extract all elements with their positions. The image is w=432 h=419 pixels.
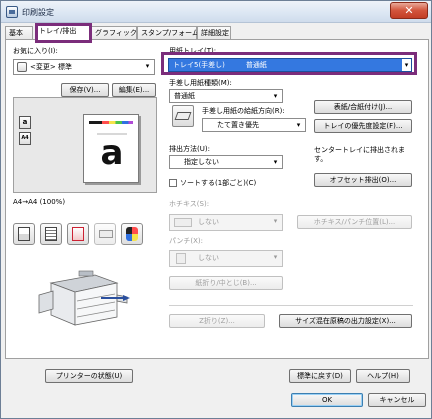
- manual-orientation-select[interactable]: たて置き優先 ▾: [202, 118, 306, 132]
- tray-priority-button[interactable]: トレイの優先度設定(F)...: [314, 119, 412, 133]
- favorites-value: <変更> 標準: [30, 63, 72, 71]
- punch-value: しない: [198, 254, 219, 262]
- chevron-down-icon: ▾: [273, 92, 278, 100]
- manual-paper-type-label: 手差し用紙種類(M):: [169, 79, 232, 87]
- tray-view-icon[interactable]: [67, 223, 89, 245]
- manual-paper-type-value: 普通紙: [174, 92, 195, 100]
- window-title: 印刷設定: [22, 8, 54, 17]
- cancel-button[interactable]: キャンセル: [368, 393, 426, 407]
- close-button[interactable]: ✕: [390, 2, 428, 19]
- punch-label: パンチ(X):: [169, 237, 203, 245]
- staple-label: ホチキス(S):: [169, 200, 210, 208]
- chevron-down-icon: ▾: [273, 253, 278, 261]
- punch-icon: [176, 253, 186, 264]
- mixed-size-output-button[interactable]: サイズ混在原稿の出力設定(X)...: [279, 314, 412, 328]
- document-view-icon[interactable]: [40, 223, 62, 245]
- favorites-label: お気に入り(I):: [13, 47, 58, 55]
- output-label: 排出方法(U):: [169, 145, 210, 153]
- sort-label: ソートする(1部ごと)(C): [180, 179, 257, 187]
- print-preview: a A4 a: [13, 97, 157, 193]
- divider: [169, 305, 413, 306]
- color-view-icon[interactable]: [121, 223, 143, 245]
- manual-feed-tray-icon: [172, 105, 194, 127]
- ok-button[interactable]: OK: [291, 393, 363, 407]
- sort-checkbox[interactable]: [169, 179, 177, 187]
- tab-advanced[interactable]: 詳細設定: [197, 26, 231, 40]
- chevron-down-icon: ▾: [273, 217, 278, 225]
- chevron-down-icon: ▾: [145, 62, 150, 70]
- manual-orientation-label: 手差し用紙の給紙方向(R):: [202, 107, 285, 115]
- staple-icon: [174, 218, 192, 227]
- tab-basic[interactable]: 基本: [5, 26, 33, 40]
- favorite-preset-icon: [17, 62, 27, 72]
- preview-paper: a: [83, 114, 139, 183]
- layout-view-icon[interactable]: [13, 223, 35, 245]
- preview-caption: A4→A4 (100%): [13, 198, 66, 206]
- staple-select[interactable]: しない ▾: [169, 214, 283, 231]
- tab-stamp-form[interactable]: スタンプ/フォーム: [137, 26, 199, 40]
- output-select[interactable]: 指定しない ▾: [169, 155, 283, 169]
- printer-app-icon: [6, 6, 18, 18]
- printer-illustration: [38, 270, 130, 326]
- preview-side-icon-2: A4: [19, 132, 31, 145]
- offset-output-button[interactable]: オフセット排出(O)...: [314, 173, 412, 187]
- staple-punch-position-button[interactable]: ホチキス/パンチ位置(L)...: [297, 215, 412, 229]
- manual-paper-type-select[interactable]: 普通紙 ▾: [169, 89, 283, 103]
- z-fold-button[interactable]: Z折り(Z)...: [169, 314, 265, 328]
- edit-favorite-button[interactable]: 編集(E)...: [112, 83, 156, 97]
- chevron-down-icon: ▾: [273, 158, 278, 166]
- favorites-select[interactable]: <変更> 標準 ▾: [13, 59, 155, 75]
- fold-booklet-button[interactable]: 紙折り/中とじ(B)...: [169, 276, 283, 290]
- preview-letter: a: [97, 133, 127, 171]
- help-button[interactable]: ヘルプ(H): [356, 369, 410, 383]
- chevron-down-icon: ▾: [296, 121, 301, 129]
- tab-graphics[interactable]: グラフィックス: [91, 26, 144, 40]
- output-value: 指定しない: [184, 158, 219, 166]
- tray-highlight-frame: [161, 52, 417, 75]
- printer-status-button[interactable]: プリンターの状態(U): [45, 369, 133, 383]
- manual-orientation-value: たて置き優先: [217, 121, 259, 129]
- staple-value: しない: [198, 218, 219, 226]
- title-bar: 印刷設定 ✕: [1, 1, 431, 23]
- preview-side-icon-1: a: [19, 116, 31, 129]
- cover-insert-button[interactable]: 表紙/合紙付け(J)...: [314, 100, 412, 114]
- finisher-view-icon[interactable]: [94, 223, 116, 245]
- punch-select[interactable]: しない ▾: [169, 250, 283, 267]
- tab-highlight-frame: [35, 23, 92, 43]
- restore-defaults-button[interactable]: 標準に戻す(D): [289, 369, 351, 383]
- print-settings-window: 印刷設定 ✕ 基本 トレイ/排出 グラフィックス スタンプ/フォーム 詳細設定 …: [0, 0, 432, 419]
- save-favorite-button[interactable]: 保存(V)...: [61, 83, 109, 97]
- color-bar: [89, 121, 133, 124]
- output-note: センタートレイに排出されます。: [314, 146, 405, 163]
